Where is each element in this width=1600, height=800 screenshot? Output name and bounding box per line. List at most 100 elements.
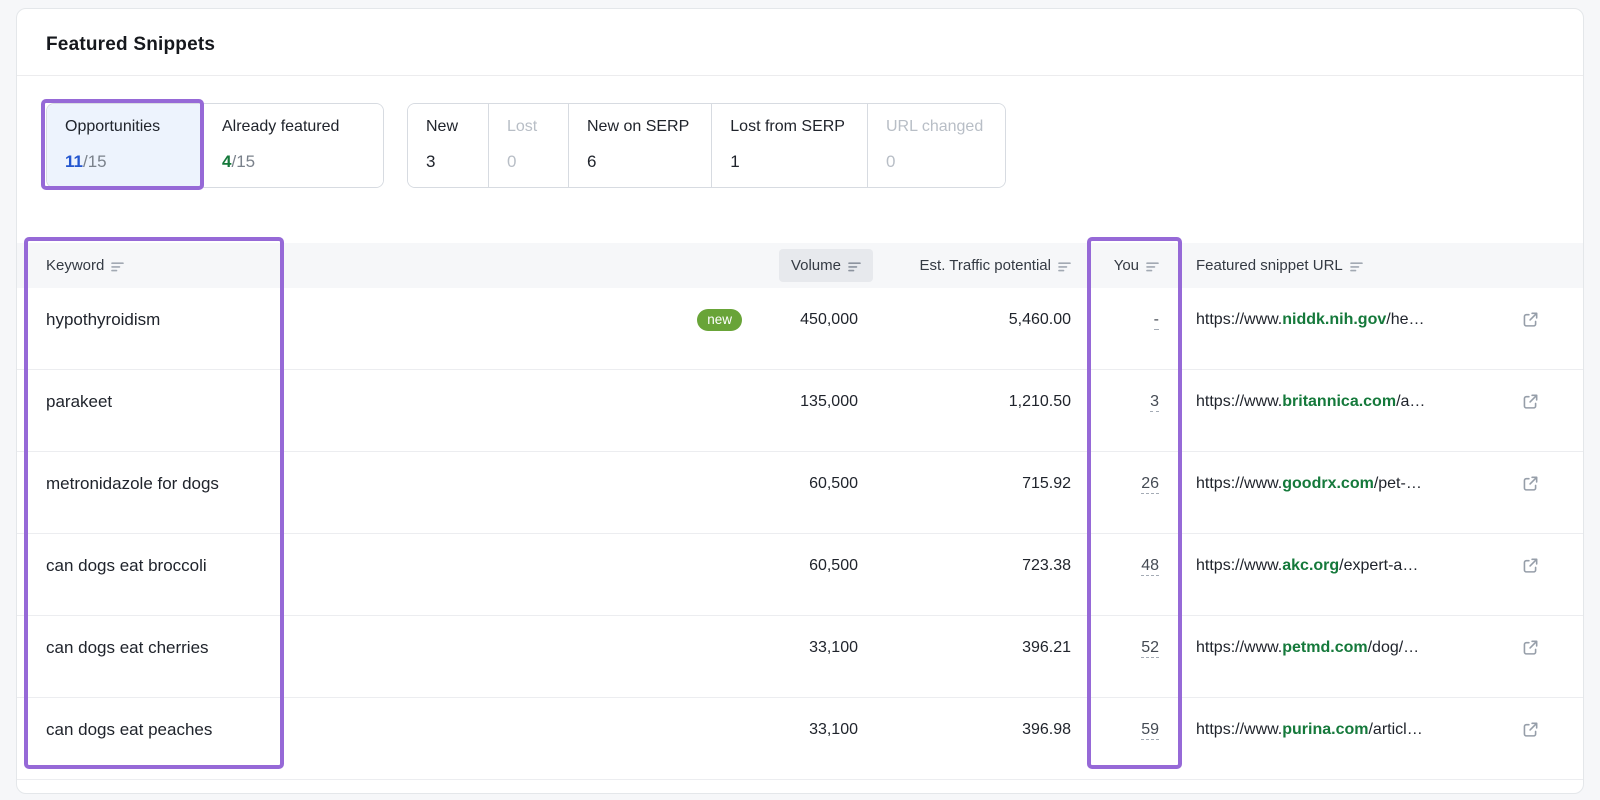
featured-snippet-url-link[interactable]: https://www.britannica.com/a…: [1196, 393, 1425, 411]
url-path: /articl…: [1368, 720, 1423, 738]
featured-snippet-url-link[interactable]: https://www.petmd.com/dog/…: [1196, 639, 1419, 657]
column-label: Volume: [790, 257, 841, 274]
filter-new-on-serp[interactable]: New on SERP 6: [568, 104, 712, 187]
tab-count-denominator: /15: [231, 152, 256, 171]
external-link-icon[interactable]: [1522, 393, 1539, 410]
column-label: Featured snippet URL: [1196, 257, 1343, 274]
url-prefix: https://www.: [1196, 392, 1283, 410]
filter-new[interactable]: New 3: [408, 104, 488, 187]
url-prefix: https://www.: [1196, 310, 1283, 328]
filter-label: New on SERP: [587, 118, 690, 135]
column-header-traffic-potential[interactable]: Est. Traffic potential: [858, 257, 1071, 274]
card-header: Featured Snippets: [17, 9, 1583, 76]
sort-icon: [1058, 261, 1071, 271]
url-cell: https://www.niddk.nih.gov/he…: [1183, 311, 1539, 347]
you-position-link[interactable]: 26: [1141, 474, 1159, 494]
external-link-icon[interactable]: [1522, 311, 1539, 328]
url-cell: https://www.britannica.com/a…: [1183, 393, 1539, 429]
url-domain: akc.org: [1282, 556, 1340, 574]
volume-value: 33,100: [809, 638, 858, 656]
url-prefix: https://www.: [1196, 474, 1283, 492]
filter-count: 6: [587, 152, 597, 171]
column-header-keyword[interactable]: Keyword: [46, 257, 646, 274]
badge-cell: [646, 730, 746, 748]
url-path: /he…: [1386, 310, 1425, 328]
you-cell: 3: [1071, 392, 1183, 429]
url-prefix: https://www.: [1196, 556, 1283, 574]
filter-url-changed: URL changed 0: [866, 104, 1006, 187]
column-label: Keyword: [46, 257, 105, 274]
url-path: /expert-a…: [1339, 556, 1419, 574]
volume-value: 33,100: [809, 720, 858, 738]
url-path: /pet-…: [1373, 474, 1422, 492]
filter-label: New: [426, 118, 459, 135]
column-label: Est. Traffic potential: [919, 257, 1051, 274]
filter-lost-from-serp[interactable]: Lost from SERP 1: [711, 104, 867, 187]
table-row: can dogs eat broccoli 60,500 723.38 48 h…: [17, 534, 1583, 616]
table-row: parakeet 135,000 1,210.50 3 https://www.…: [17, 370, 1583, 452]
tabs-and-filters-row: Opportunities 11/15 Already featured 4/1…: [46, 103, 1583, 188]
external-link-icon[interactable]: [1522, 639, 1539, 656]
traffic-potential-value: 723.38: [1022, 556, 1071, 574]
filter-label: Lost: [507, 118, 538, 135]
tab-already-featured[interactable]: Already featured 4/15: [203, 104, 383, 187]
url-cell: https://www.akc.org/expert-a…: [1183, 557, 1539, 593]
volume-value: 60,500: [809, 556, 858, 574]
filter-count: 3: [426, 152, 436, 171]
traffic-potential-value: 396.98: [1022, 720, 1071, 738]
sort-icon: [1146, 261, 1159, 271]
traffic-potential-value: 5,460.00: [1008, 310, 1071, 328]
keyword-cell: can dogs eat broccoli: [46, 555, 207, 575]
tab-opportunities[interactable]: Opportunities 11/15: [47, 104, 203, 187]
sort-icon: [1349, 261, 1363, 271]
url-domain: petmd.com: [1282, 638, 1368, 656]
traffic-potential-value: 715.92: [1022, 474, 1071, 492]
featured-snippet-url-link[interactable]: https://www.niddk.nih.gov/he…: [1196, 311, 1425, 329]
column-header-featured-snippet-url[interactable]: Featured snippet URL: [1183, 257, 1539, 274]
url-domain: goodrx.com: [1282, 474, 1374, 492]
tab-count: 4/15: [222, 151, 361, 172]
you-position-link[interactable]: 3: [1150, 392, 1159, 412]
you-position-link[interactable]: 59: [1141, 720, 1159, 740]
filter-count: 0: [885, 152, 896, 171]
external-link-icon[interactable]: [1522, 475, 1539, 492]
table-header-row: Keyword Volume Est. Traffic potential Yo…: [17, 243, 1583, 288]
external-link-icon[interactable]: [1522, 557, 1539, 574]
traffic-potential-value: 396.21: [1022, 638, 1071, 656]
url-cell: https://www.purina.com/articl…: [1183, 721, 1539, 757]
featured-snippet-url-link[interactable]: https://www.akc.org/expert-a…: [1196, 557, 1418, 575]
featured-snippet-url-link[interactable]: https://www.goodrx.com/pet-…: [1196, 475, 1422, 493]
featured-snippets-report: Featured Snippets Opportunities 11/15 Al…: [0, 0, 1600, 800]
external-link-icon[interactable]: [1522, 721, 1539, 738]
table-row: metronidazole for dogs 60,500 715.92 26 …: [17, 452, 1583, 534]
filter-lost: Lost 0: [488, 104, 568, 187]
filter-count: 0: [507, 152, 517, 171]
volume-value: 135,000: [800, 392, 858, 410]
you-position-link[interactable]: 48: [1141, 556, 1159, 576]
table-row: can dogs eat peaches 33,100 396.98 59 ht…: [17, 698, 1583, 780]
badge-cell: [646, 402, 746, 420]
url-domain: niddk.nih.gov: [1282, 310, 1387, 328]
traffic-potential-value: 1,210.50: [1008, 392, 1071, 410]
volume-value: 60,500: [809, 474, 858, 492]
badge-cell: [646, 566, 746, 584]
featured-snippet-url-link[interactable]: https://www.purina.com/articl…: [1196, 721, 1423, 739]
column-header-volume: Volume: [746, 249, 873, 282]
sort-icon: [111, 261, 125, 271]
volume-value: 450,000: [800, 310, 858, 328]
you-position-link[interactable]: -: [1153, 310, 1159, 330]
you-cell: 48: [1071, 556, 1183, 593]
table-row: hypothyroidism new 450,000 5,460.00 - ht…: [17, 288, 1583, 370]
snippets-table: Keyword Volume Est. Traffic potential Yo…: [17, 243, 1583, 780]
table-row: can dogs eat cherries 33,100 396.21 52 h…: [17, 616, 1583, 698]
filter-label: URL changed: [885, 118, 984, 135]
you-cell: 59: [1071, 720, 1183, 757]
report-card: Featured Snippets Opportunities 11/15 Al…: [16, 8, 1584, 794]
change-filters: New 3 Lost 0 New on SERP 6 Lost from SER…: [407, 103, 1007, 188]
url-cell: https://www.petmd.com/dog/…: [1183, 639, 1539, 675]
url-domain: purina.com: [1282, 720, 1369, 738]
filter-label: Lost from SERP: [730, 118, 845, 135]
url-domain: britannica.com: [1282, 392, 1397, 410]
you-position-link[interactable]: 52: [1141, 638, 1159, 658]
column-header-you[interactable]: You: [1071, 257, 1183, 274]
